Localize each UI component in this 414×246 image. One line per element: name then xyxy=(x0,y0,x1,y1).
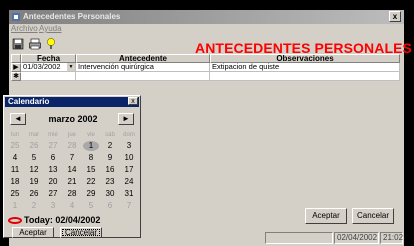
calendar-day[interactable]: 5 xyxy=(26,153,42,163)
calendar-cancel-button[interactable]: Cancelar xyxy=(60,227,102,238)
calendar-day[interactable]: 27 xyxy=(45,141,61,151)
weekday-label: mar xyxy=(28,132,40,138)
column-header-observaciones[interactable]: Observaciones xyxy=(210,54,400,63)
calendar-day[interactable]: 19 xyxy=(26,177,42,187)
menu-ayuda[interactable]: Ayuda xyxy=(39,24,62,34)
row-selector-new[interactable]: ✱ xyxy=(11,72,21,81)
calendar-day[interactable]: 16 xyxy=(102,165,118,175)
save-icon[interactable] xyxy=(11,37,25,51)
calendar-title: Calendario xyxy=(5,97,139,107)
calendar-day[interactable]: 4 xyxy=(64,201,80,211)
status-date: 02/04/2002 xyxy=(334,232,379,244)
column-header-fecha[interactable]: Fecha xyxy=(21,54,76,63)
calendar-day[interactable]: 6 xyxy=(102,201,118,211)
fecha-value: 01/03/2002 xyxy=(23,63,61,71)
calendar-day[interactable]: 7 xyxy=(64,153,80,163)
new-row-observaciones[interactable] xyxy=(210,72,400,81)
window-titlebar[interactable]: Antecedentes Personales x xyxy=(9,10,404,24)
calendar-day[interactable]: 28 xyxy=(64,141,80,151)
calendar-day[interactable]: 5 xyxy=(83,201,99,211)
calendar-day[interactable]: 23 xyxy=(102,177,118,187)
menu-bar: Archivo Ayuda xyxy=(9,24,404,34)
status-spacer xyxy=(265,232,333,244)
table-row-antecedente[interactable]: Intervención quirúrgica xyxy=(76,63,210,72)
today-label: Today: 02/04/2002 xyxy=(24,215,101,225)
calendar-day[interactable]: 21 xyxy=(64,177,80,187)
help-icon[interactable] xyxy=(44,37,58,51)
calendar-day[interactable]: 15 xyxy=(83,165,99,175)
grid-corner xyxy=(11,54,21,63)
calendar-day[interactable]: 27 xyxy=(45,189,61,199)
column-header-antecedente[interactable]: Antecedente xyxy=(76,54,210,63)
print-icon[interactable] xyxy=(28,37,42,51)
calendar-day[interactable]: 10 xyxy=(121,153,137,163)
new-row-fecha[interactable] xyxy=(21,72,76,81)
calendar-day[interactable]: 2 xyxy=(26,201,42,211)
close-icon[interactable]: x xyxy=(389,11,401,22)
cancel-button[interactable]: Cancelar xyxy=(352,208,394,224)
calendar-month: marzo 2002 xyxy=(48,114,98,124)
weekday-label: sáb xyxy=(105,132,115,138)
calendar-day[interactable]: 11 xyxy=(7,165,23,175)
calendar-day[interactable]: 18 xyxy=(7,177,23,187)
table-row-fecha[interactable]: 01/03/2002 ▼ xyxy=(21,63,76,72)
calendar-day[interactable]: 30 xyxy=(102,189,118,199)
calendar-day[interactable]: 14 xyxy=(64,165,80,175)
weekday-label: vie xyxy=(87,132,95,138)
calendar-day[interactable]: 2 xyxy=(102,141,118,151)
close-icon[interactable]: x xyxy=(128,97,138,105)
calendar-day[interactable]: 9 xyxy=(102,153,118,163)
new-row-antecedente[interactable] xyxy=(76,72,210,81)
calendar-accept-button[interactable]: Aceptar xyxy=(12,227,54,238)
accept-button[interactable]: Aceptar xyxy=(305,208,347,224)
calendar-day[interactable]: 1 xyxy=(7,201,23,211)
chevron-down-icon[interactable]: ▼ xyxy=(67,63,75,71)
calendar-day[interactable]: 26 xyxy=(26,189,42,199)
calendar-day[interactable]: 13 xyxy=(45,165,61,175)
table-row-observaciones[interactable]: Extipacion de quiste xyxy=(210,63,400,72)
calendar-day[interactable]: 28 xyxy=(64,189,80,199)
weekday-label: mié xyxy=(48,132,58,138)
calendar-day[interactable]: 6 xyxy=(45,153,61,163)
calendar-day[interactable]: 3 xyxy=(121,141,137,151)
calendar-popup: Calendario x ◄ marzo 2002 ► lun mar mié … xyxy=(3,95,141,238)
weekday-label: lun xyxy=(10,132,19,138)
calendar-day[interactable]: 4 xyxy=(7,153,23,163)
calendar-day[interactable]: 29 xyxy=(83,189,99,199)
row-selector-current[interactable]: ▶ xyxy=(11,63,21,72)
calendar-day[interactable]: 12 xyxy=(26,165,42,175)
calendar-day[interactable]: 17 xyxy=(121,165,137,175)
calendar-day[interactable]: 7 xyxy=(121,201,137,211)
calendar-day[interactable]: 25 xyxy=(7,189,23,199)
app-icon xyxy=(12,13,20,21)
calendar-day[interactable]: 8 xyxy=(83,153,99,163)
today-indicator[interactable]: Today: 02/04/2002 xyxy=(8,215,100,225)
weekday-label: jue xyxy=(67,132,76,138)
next-month-button[interactable]: ► xyxy=(118,113,134,125)
window-title: Antecedentes Personales xyxy=(23,12,121,21)
calendar-day[interactable]: 3 xyxy=(45,201,61,211)
menu-archivo[interactable]: Archivo xyxy=(11,24,38,34)
calendar-day[interactable]: 20 xyxy=(45,177,61,187)
calendar-day[interactable]: 26 xyxy=(26,141,42,151)
calendar-day[interactable]: 1 xyxy=(83,141,99,151)
today-circle-icon xyxy=(8,217,22,225)
calendar-day[interactable]: 25 xyxy=(7,141,23,151)
status-time: 21:02 xyxy=(380,232,403,244)
weekday-label: dom xyxy=(123,132,135,138)
calendar-day[interactable]: 22 xyxy=(83,177,99,187)
calendar-day[interactable]: 31 xyxy=(121,189,137,199)
calendar-day[interactable]: 24 xyxy=(121,177,137,187)
prev-month-button[interactable]: ◄ xyxy=(10,113,26,125)
